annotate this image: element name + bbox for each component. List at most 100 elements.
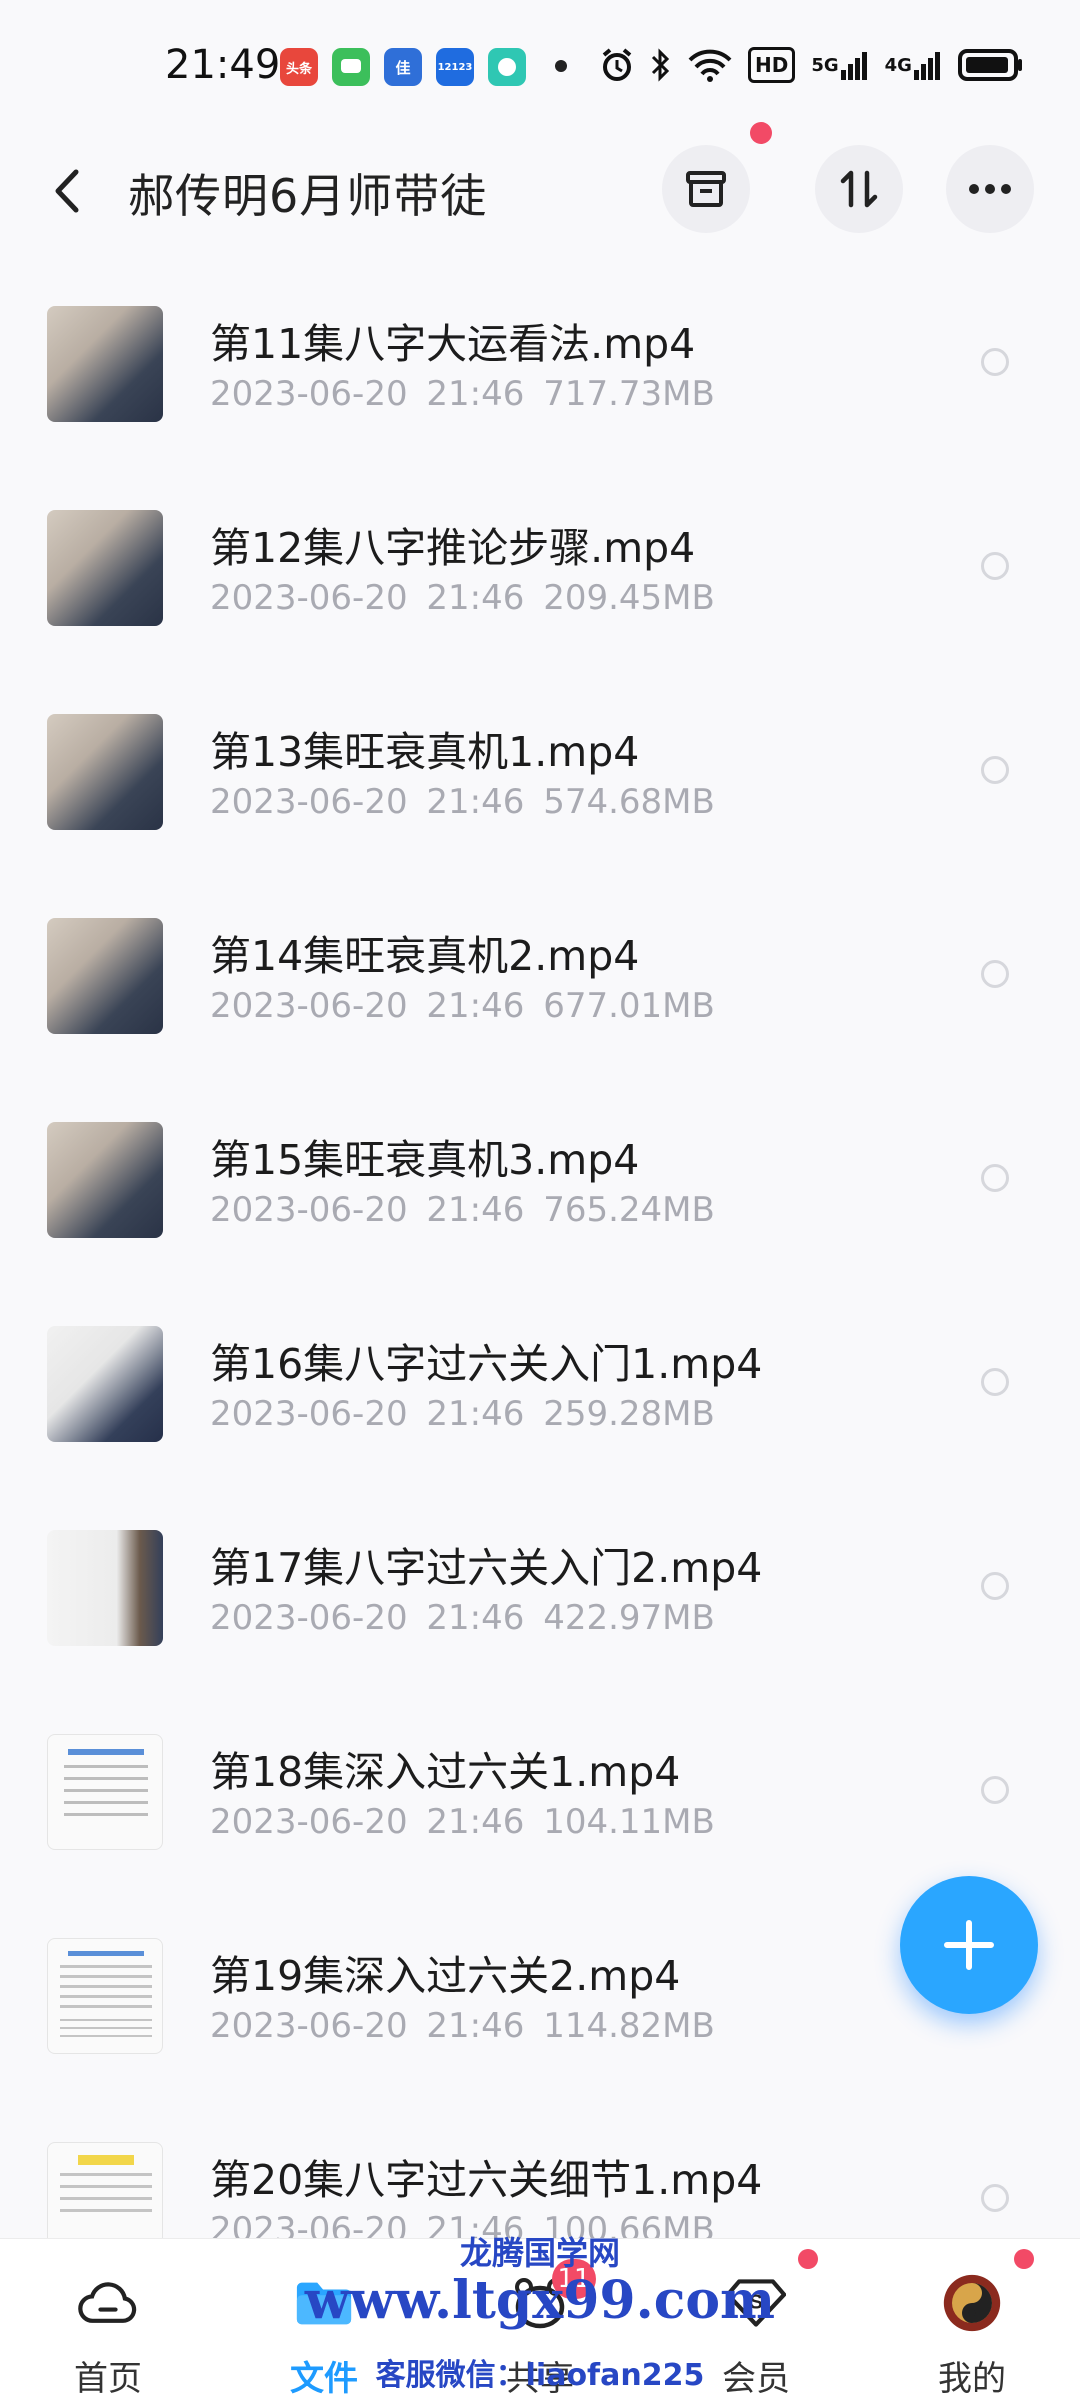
select-checkbox[interactable]	[981, 1776, 1009, 1804]
file-date: 2023-06-20	[210, 1394, 408, 1434]
file-name: 第17集八字过六关入门2.mp4	[210, 1544, 763, 1592]
file-date: 2023-06-20	[210, 1598, 408, 1638]
signal-5g-label: 5G	[811, 54, 839, 76]
file-time: 21:46	[426, 1598, 525, 1638]
archive-box-icon	[686, 171, 726, 207]
avatar-icon	[942, 2273, 1002, 2333]
file-row[interactable]: 第11集八字大运看法.mp4 2023-06-20 21:46 717.73MB	[0, 248, 1080, 452]
file-row[interactable]: 第13集旺衰真机1.mp4 2023-06-20 21:46 574.68MB	[0, 656, 1080, 860]
file-date: 2023-06-20	[210, 1802, 408, 1842]
wechat-app-icon	[332, 48, 370, 86]
file-size: 574.68MB	[543, 782, 715, 822]
file-date: 2023-06-20	[210, 374, 408, 414]
file-size: 114.82MB	[543, 2006, 715, 2046]
signal-4g-icon: 4G	[885, 44, 942, 86]
back-arrow-icon	[55, 169, 79, 213]
file-name: 第13集旺衰真机1.mp4	[210, 728, 640, 776]
nav-label: 我的	[938, 2359, 1006, 2399]
notification-app-icons: 头条 佳 12123	[280, 48, 526, 86]
nav-label: 共享	[506, 2359, 574, 2399]
document-thumbnail	[47, 1938, 163, 2054]
archive-button[interactable]	[662, 145, 750, 233]
jia-app-icon: 佳	[384, 48, 422, 86]
file-size: 717.73MB	[543, 374, 715, 414]
file-time: 21:46	[426, 578, 525, 618]
file-meta: 2023-06-20 21:46 765.24MB	[210, 1190, 715, 1230]
video-thumbnail	[47, 1326, 163, 1442]
select-checkbox[interactable]	[981, 2184, 1009, 2212]
file-name: 第16集八字过六关入门1.mp4	[210, 1340, 763, 1388]
file-size: 765.24MB	[543, 1190, 715, 1230]
file-row[interactable]: 第15集旺衰真机3.mp4 2023-06-20 21:46 765.24MB	[0, 1064, 1080, 1268]
notification-dot	[750, 122, 772, 144]
select-checkbox[interactable]	[981, 756, 1009, 784]
file-date: 2023-06-20	[210, 986, 408, 1026]
back-button[interactable]	[48, 166, 88, 216]
file-size: 209.45MB	[543, 578, 715, 618]
file-row[interactable]: 第14集旺衰真机2.mp4 2023-06-20 21:46 677.01MB	[0, 860, 1080, 1064]
video-thumbnail	[47, 306, 163, 422]
bluetooth-icon	[650, 44, 672, 86]
bottom-navigation: 首页 文件 11 共享 S 会员 我的	[0, 2238, 1080, 2401]
file-time: 21:46	[426, 374, 525, 414]
file-meta: 2023-06-20 21:46 209.45MB	[210, 578, 715, 618]
video-thumbnail	[47, 714, 163, 830]
folder-icon	[294, 2273, 354, 2333]
svg-text:S: S	[749, 2291, 763, 2314]
chat-app-icon	[488, 48, 526, 86]
file-time: 21:46	[426, 782, 525, 822]
video-thumbnail	[47, 918, 163, 1034]
unread-badge: 11	[552, 2259, 596, 2299]
nav-files[interactable]: 文件	[216, 2239, 432, 2401]
file-meta: 2023-06-20 21:46 104.11MB	[210, 1802, 715, 1842]
sort-icon	[840, 170, 878, 208]
file-date: 2023-06-20	[210, 782, 408, 822]
nav-me[interactable]: 我的	[864, 2239, 1080, 2401]
file-row[interactable]: 第12集八字推论步骤.mp4 2023-06-20 21:46 209.45MB	[0, 452, 1080, 656]
file-time: 21:46	[426, 2006, 525, 2046]
nav-vip[interactable]: S 会员	[648, 2239, 864, 2401]
file-row[interactable]: 第17集八字过六关入门2.mp4 2023-06-20 21:46 422.97…	[0, 1472, 1080, 1676]
file-name: 第12集八字推论步骤.mp4	[210, 524, 696, 572]
page-title: 郝传明6月师带徒	[128, 169, 488, 223]
wifi-icon	[688, 44, 732, 86]
select-checkbox[interactable]	[981, 552, 1009, 580]
file-date: 2023-06-20	[210, 2006, 408, 2046]
add-button[interactable]	[900, 1876, 1038, 2014]
signal-5g-icon: 5G	[811, 44, 868, 86]
plus-icon	[944, 1920, 994, 1970]
select-checkbox[interactable]	[981, 960, 1009, 988]
video-thumbnail	[47, 1122, 163, 1238]
cloud-home-icon	[78, 2273, 138, 2333]
battery-icon	[957, 44, 1024, 86]
file-row[interactable]: 第16集八字过六关入门1.mp4 2023-06-20 21:46 259.28…	[0, 1268, 1080, 1472]
more-options-button[interactable]	[946, 145, 1034, 233]
file-row[interactable]: 第18集深入过六关1.mp4 2023-06-20 21:46 104.11MB	[0, 1676, 1080, 1880]
system-icons: HD 5G 4G	[600, 44, 1024, 86]
clock: 21:49	[165, 42, 281, 88]
document-thumbnail	[47, 1734, 163, 1850]
nav-label: 会员	[722, 2359, 790, 2399]
more-notifications-dot-icon	[555, 60, 567, 72]
video-thumbnail	[47, 1530, 163, 1646]
profile-dot-badge	[1014, 2249, 1034, 2269]
select-checkbox[interactable]	[981, 1572, 1009, 1600]
status-bar: 21:49 头条 佳 12123 HD 5G 4G	[0, 0, 1080, 140]
file-meta: 2023-06-20 21:46 114.82MB	[210, 2006, 715, 2046]
select-checkbox[interactable]	[981, 1164, 1009, 1192]
top-app-bar: 郝传明6月师带徒	[0, 140, 1080, 240]
sort-button[interactable]	[815, 145, 903, 233]
file-name: 第18集深入过六关1.mp4	[210, 1748, 681, 1796]
file-meta: 2023-06-20 21:46 574.68MB	[210, 782, 715, 822]
nav-label: 文件	[290, 2359, 358, 2399]
nav-share[interactable]: 11 共享	[432, 2239, 648, 2401]
file-date: 2023-06-20	[210, 578, 408, 618]
nav-home[interactable]: 首页	[0, 2239, 216, 2401]
vip-diamond-icon: S	[726, 2273, 786, 2333]
select-checkbox[interactable]	[981, 348, 1009, 376]
file-name: 第11集八字大运看法.mp4	[210, 320, 696, 368]
file-meta: 2023-06-20 21:46 422.97MB	[210, 1598, 715, 1638]
file-size: 677.01MB	[543, 986, 715, 1026]
select-checkbox[interactable]	[981, 1368, 1009, 1396]
signal-4g-label: 4G	[884, 54, 912, 76]
